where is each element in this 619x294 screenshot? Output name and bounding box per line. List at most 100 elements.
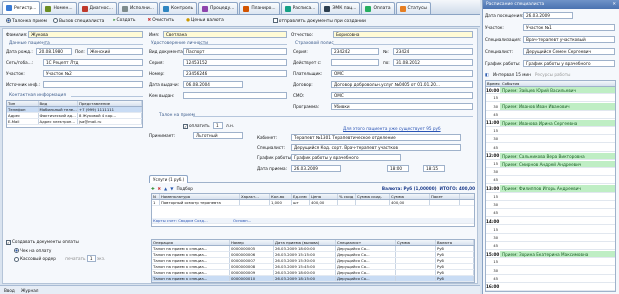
schedule-slot[interactable]: 11:00 Прием: Иванова Ирина Сергеевна [486, 119, 615, 128]
appointment-row[interactable]: Талон на прием к специа... 0000000010 26.0… [152, 276, 474, 282]
doc-type-select[interactable]: Паспорт [183, 48, 287, 55]
r-spec-field[interactable]: Врач-терапевт участковый [523, 36, 615, 43]
select-button[interactable]: Подбор [177, 186, 193, 191]
policy-number-field[interactable]: 23424 [393, 48, 473, 55]
contract-field[interactable]: Договор добровольн.услуг №0405 от 01.01.… [331, 81, 473, 88]
policy-series-field[interactable]: 234242 [331, 48, 379, 55]
specialist-field[interactable]: Дерущийся Код. сорт. Врач-терапевт участ… [291, 144, 461, 151]
smo-field[interactable]: ОМС [331, 92, 473, 99]
policy-to-field[interactable]: 31.08.2012 [393, 59, 473, 66]
tab-10[interactable]: Статусы [395, 2, 431, 14]
tab-5[interactable]: Процеду... [198, 2, 239, 14]
create-docs-checkbox[interactable]: ✓ Создавать документы оплаты [6, 239, 146, 245]
schedule-slot[interactable]: 10:00 Прием: Зайцев Юрий Васильевич [486, 87, 615, 95]
doc-number-field[interactable]: 23456246 [183, 70, 287, 77]
add-icon[interactable]: ✚ [151, 186, 155, 191]
schedule-slot[interactable]: 30 [486, 169, 615, 177]
schedule-slot[interactable]: 30 Прием: Иванов Иван Иванович [486, 103, 615, 111]
schedule-slot[interactable]: 45 [486, 177, 615, 185]
services-note1[interactable]: Карты счет: Сводкм Созд... [152, 218, 232, 223]
schedule-slot[interactable]: 45 [486, 144, 615, 152]
r-sched-field[interactable]: График работы у врачебного [523, 60, 615, 67]
payer-field[interactable]: ОМС [331, 70, 473, 77]
appointments-grid[interactable]: Операция Номер Дата приема (вызова) Специал… [151, 239, 475, 283]
up-icon[interactable]: ▲ [164, 186, 167, 191]
radio-talon[interactable]: Талонка прием [6, 17, 47, 24]
time-to-field[interactable]: 18:15 [423, 165, 445, 172]
surname-field[interactable]: Жукова [28, 31, 143, 38]
tab-7[interactable]: Расписа... [280, 2, 320, 14]
tab-0[interactable]: Регистр... [2, 1, 41, 14]
reason-select[interactable]: Льготный [193, 132, 243, 139]
r-doctor-field[interactable]: Дерущийся Семен Сергеевич [523, 48, 615, 55]
org-field[interactable]: 1С Рецепт Лтд [43, 59, 143, 66]
patronymic-field[interactable]: Борисовна [333, 31, 473, 38]
interval-icon[interactable]: ◧ [485, 72, 489, 77]
close-icon[interactable]: ✕ [612, 0, 616, 9]
paid-qty-field[interactable]: 1 [213, 122, 223, 129]
tab-1[interactable]: Номен... [41, 2, 77, 14]
birth-field[interactable]: 20.08.1980 [36, 48, 72, 55]
radio-cash-order[interactable]: Кассовый ордер печатать 1 экз. [14, 255, 146, 262]
doc-series-field[interactable]: 12453152 [183, 59, 287, 66]
paid-checkbox[interactable]: ✓ оплатить [183, 123, 210, 129]
delete-icon[interactable]: ✖ [158, 186, 162, 191]
doc-who-field[interactable] [183, 92, 287, 99]
schedule-slot[interactable]: 45 [486, 276, 615, 283]
tab-4[interactable]: Контроль [158, 2, 198, 14]
cash-button[interactable]: ● Ценьи валюта [183, 17, 227, 24]
radio-call[interactable]: Вызов специалиста [53, 17, 104, 24]
copies-field[interactable]: 1 [86, 255, 96, 262]
cabinet-field[interactable]: Терапевт №1301 Терапевтическое отделение [291, 134, 461, 141]
down-icon[interactable]: ▼ [170, 186, 173, 191]
schedule-slot[interactable]: 15 [486, 128, 615, 136]
clear-button[interactable]: ✖ Очистить [145, 17, 178, 24]
schedule-slot[interactable]: 30 [486, 136, 615, 144]
create-button[interactable]: ▸ Создать [110, 17, 138, 24]
policy-from-field[interactable] [331, 59, 379, 66]
schedule-slot[interactable]: 15 Прием: Смирнов Андрей Андреевич [486, 160, 615, 169]
schedule-slot[interactable]: 13:00 Прием: Филиппов Игорь Андреевич [486, 185, 615, 193]
tab-8[interactable]: ЭМК пац... [320, 2, 361, 14]
schedule-slot[interactable]: 45 [486, 243, 615, 251]
schedule-slot[interactable]: 12:00 Прием: Сальникова Вера Викторовна [486, 152, 615, 160]
date-field[interactable]: 26.03.2009 [291, 165, 341, 172]
tab-6[interactable]: Планиро... [239, 2, 280, 14]
schedule-slot[interactable]: 15 [486, 95, 615, 103]
status-input[interactable]: Ввод [4, 288, 15, 293]
services-note2[interactable]: Основн... [232, 218, 292, 223]
schedule-slot[interactable]: 30 [486, 235, 615, 242]
services-grid[interactable]: N Номенклатура Характ... Кол-во Ед.изм Цена% … [151, 193, 475, 227]
schedule-grid[interactable]: Время События 10:00 Прием: Зайцев Юрий Ва… [485, 80, 616, 292]
sex-select[interactable]: Женский [87, 48, 143, 55]
tab-2[interactable]: Диагнос... [77, 2, 117, 14]
radio-check[interactable]: Чек на оплату [14, 248, 146, 253]
service-row[interactable]: 1 Повторный осмотр терапевта 1,000 шт 400,00… [152, 200, 474, 206]
schedule-slot[interactable]: 15 [486, 259, 615, 267]
name-field[interactable]: Светлана [163, 31, 287, 38]
schedule-field[interactable]: График работы у врачебного [291, 154, 401, 161]
schedule-slot[interactable]: 15 [486, 226, 615, 234]
existing-link[interactable]: Для этого пациента уже существует 95 руб [343, 126, 441, 131]
r-area-field[interactable]: Участок №1 [523, 24, 615, 31]
tab-3[interactable]: Исполни... [117, 2, 158, 14]
program-field[interactable]: Убивки [331, 103, 473, 110]
schedule-slot[interactable]: 16:00 [486, 284, 615, 291]
area-field[interactable]: Участок №2 [43, 70, 143, 77]
doc-issued-field[interactable]: 06.08.2004 [183, 81, 243, 88]
schedule-slot[interactable]: 45 [486, 210, 615, 218]
schedule-slot[interactable]: 14:00 [486, 218, 615, 226]
schedule-slot[interactable]: 30 [486, 202, 615, 210]
resources-button[interactable]: Ресурсы работы [535, 72, 571, 77]
schedule-slot[interactable]: 15:00 Прием: Зорина Екатерина Максимовна [486, 251, 615, 259]
interval-select[interactable]: Интервал 15 мин [493, 72, 531, 77]
contacts-grid[interactable]: Тип Вид Представление Телефон Мобильный т… [6, 100, 143, 128]
visit-date-field[interactable]: 26.03.2009 [523, 12, 573, 19]
source-field[interactable] [43, 81, 143, 88]
tab-9[interactable]: Оплата [361, 2, 395, 14]
status-journal[interactable]: Журнал [21, 288, 39, 293]
send-docs-checkbox[interactable]: отправлять документы при создании [272, 17, 366, 24]
schedule-slot[interactable]: 30 [486, 267, 615, 275]
tab-services[interactable]: Услуги (1 руб.) [149, 175, 189, 183]
time-from-field[interactable]: 18:00 [387, 165, 409, 172]
